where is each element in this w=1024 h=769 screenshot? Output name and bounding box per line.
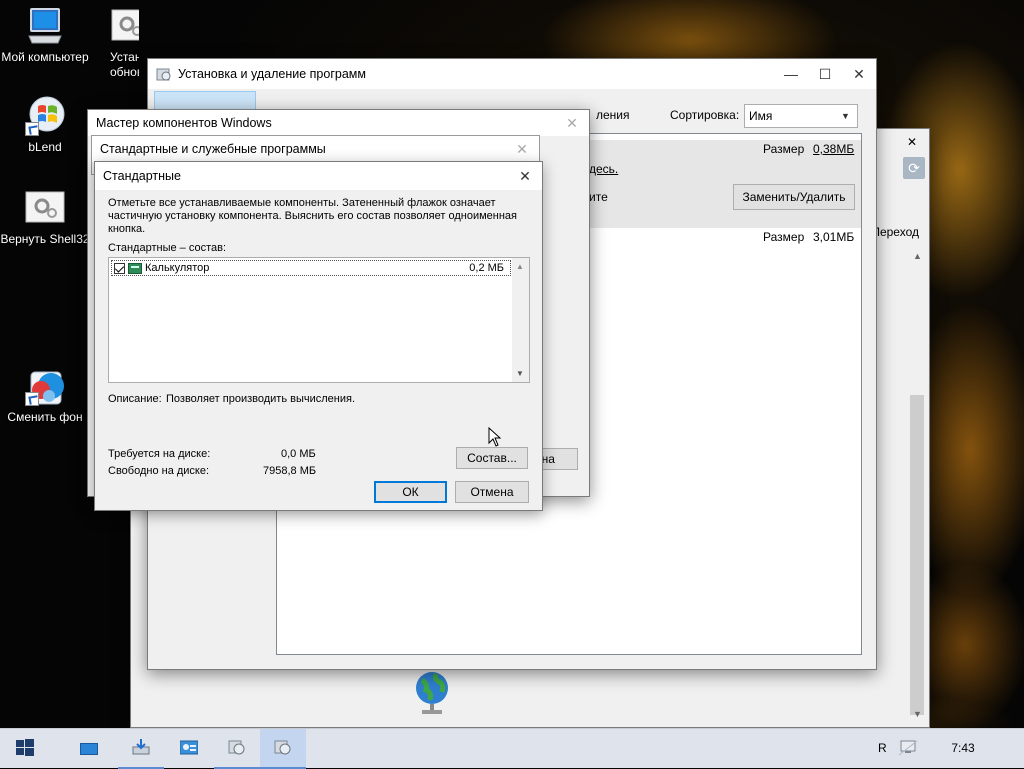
disk-required-label: Требуется на диске: bbox=[108, 448, 211, 460]
palette-icon bbox=[25, 366, 65, 406]
desktop-icon-blend[interactable]: bLend bbox=[0, 96, 90, 155]
desktop-icon-label: Устано обновл bbox=[110, 50, 139, 79]
desktop-icon-change-background[interactable]: Сменить фон bbox=[0, 366, 90, 425]
details-button[interactable]: Состав... bbox=[456, 447, 528, 469]
minimize-button[interactable]: — bbox=[774, 59, 808, 89]
chevron-up-icon[interactable]: ▲ bbox=[516, 262, 524, 271]
chevron-down-icon[interactable]: ▼ bbox=[913, 709, 922, 719]
description-text: Позволяет производить вычисления. bbox=[166, 393, 356, 405]
ok-button[interactable]: ОК bbox=[374, 481, 447, 503]
window-title: Стандартные и служебные программы bbox=[100, 142, 326, 156]
settings-gear-icon bbox=[110, 6, 139, 46]
change-remove-button[interactable]: Заменить/Удалить bbox=[733, 184, 855, 210]
maximize-button[interactable]: ☐ bbox=[808, 59, 842, 89]
nav-go-label[interactable]: Переход bbox=[869, 225, 929, 239]
network-icon[interactable] bbox=[898, 739, 918, 760]
component-size: 0,2 МБ bbox=[469, 262, 504, 274]
size-label-2: Размер bbox=[763, 230, 805, 244]
close-button[interactable]: ✕ bbox=[508, 162, 542, 190]
program-partial-text: ите bbox=[589, 190, 608, 204]
close-button[interactable]: ✕ bbox=[505, 136, 539, 162]
close-icon[interactable]: ✕ bbox=[895, 129, 929, 155]
calculator-icon bbox=[128, 262, 142, 274]
desktop-icon-label: Мой компьютер bbox=[1, 50, 89, 64]
header-text: ления bbox=[596, 108, 630, 122]
scrollbar-thumb[interactable] bbox=[910, 395, 924, 715]
taskbar-wizard[interactable] bbox=[260, 729, 306, 769]
desktop-icon-label: bLend bbox=[28, 140, 62, 154]
instructions-text: Отметьте все устанавливаемые компоненты.… bbox=[108, 197, 518, 235]
chevron-up-icon[interactable]: ▲ bbox=[913, 251, 922, 261]
shortcut-arrow-icon bbox=[25, 392, 39, 406]
sort-label: Сортировка: bbox=[670, 108, 740, 122]
windows-start-icon bbox=[16, 738, 34, 760]
taskbar: R 7:43 bbox=[0, 728, 1024, 769]
windows-logo-icon bbox=[25, 96, 65, 136]
desktop-icon-label: Сменить фон bbox=[7, 410, 83, 424]
description-label: Описание: bbox=[108, 393, 162, 405]
window-title: Установка и удаление программ bbox=[178, 67, 366, 81]
control-panel-icon bbox=[179, 740, 199, 759]
close-button[interactable]: ✕ bbox=[842, 59, 876, 89]
desktop-icon-label: Вернуть Shell32 bbox=[0, 232, 90, 246]
back-window-scrollbar[interactable]: ▲ ▼ bbox=[909, 245, 925, 723]
programs-icon bbox=[156, 66, 172, 82]
mouse-cursor-icon bbox=[488, 426, 502, 447]
window-titlebar[interactable]: Стандартные и служебные программы ✕ bbox=[92, 136, 539, 162]
download-icon bbox=[132, 738, 150, 759]
taskbar-control-panel[interactable] bbox=[166, 729, 212, 769]
accessories-dialog[interactable]: Стандартные ✕ Отметьте все устанавливаем… bbox=[94, 161, 543, 511]
disk-free-label: Свободно на диске: bbox=[108, 465, 210, 477]
settings-gear-icon bbox=[25, 188, 65, 228]
programs-icon bbox=[274, 738, 292, 759]
support-info-link[interactable]: десь. bbox=[589, 162, 618, 176]
start-button[interactable] bbox=[2, 729, 48, 769]
close-button[interactable]: ✕ bbox=[555, 110, 589, 136]
chevron-down-icon[interactable]: ▼ bbox=[516, 369, 524, 378]
disk-required-value: 0,0 МБ bbox=[281, 448, 316, 460]
taskbar-downloads[interactable] bbox=[118, 729, 164, 769]
window-title: Мастер компонентов Windows bbox=[96, 116, 272, 130]
cancel-button[interactable]: Отмена bbox=[455, 481, 529, 503]
programs-icon bbox=[228, 738, 246, 759]
chevron-down-icon: ▼ bbox=[841, 111, 850, 121]
desktop-icon-my-computer[interactable]: Мой компьютер bbox=[0, 6, 90, 65]
shortcut-arrow-icon bbox=[25, 122, 39, 136]
computer-icon bbox=[25, 6, 65, 46]
window-titlebar[interactable]: Стандартные ✕ bbox=[95, 162, 542, 190]
clock[interactable]: 7:43 bbox=[940, 741, 986, 755]
taskbar-add-remove[interactable] bbox=[214, 729, 260, 769]
globe-icon[interactable] bbox=[412, 668, 452, 716]
desktop-icon-restore-shell32[interactable]: Вернуть Shell32 bbox=[0, 188, 90, 247]
desktop-icon bbox=[80, 743, 98, 755]
refresh-icon[interactable]: ⟳ bbox=[903, 157, 925, 179]
components-listbox[interactable]: Калькулятор 0,2 МБ ▲ ▼ bbox=[108, 257, 530, 383]
size-value-2: 3,01МБ bbox=[813, 230, 855, 244]
window-titlebar[interactable]: Установка и удаление программ — ☐ ✕ bbox=[148, 59, 876, 89]
components-scrollbar[interactable]: ▲ ▼ bbox=[512, 258, 529, 382]
component-checkbox[interactable] bbox=[114, 262, 125, 274]
window-title: Стандартные bbox=[103, 169, 181, 183]
component-name: Калькулятор bbox=[145, 262, 210, 274]
sort-select[interactable]: Имя ▼ bbox=[744, 104, 858, 128]
size-label: Размер bbox=[763, 142, 805, 156]
tray-language[interactable]: R bbox=[878, 741, 887, 755]
desktop-icon-updates[interactable]: Устано обновл bbox=[93, 6, 139, 80]
taskbar-desktop[interactable] bbox=[66, 729, 112, 769]
component-row[interactable]: Калькулятор 0,2 МБ bbox=[111, 260, 511, 276]
size-value: 0,38МБ bbox=[813, 142, 855, 156]
sort-select-value: Имя bbox=[749, 109, 773, 123]
window-titlebar[interactable]: Мастер компонентов Windows ✕ bbox=[88, 110, 589, 136]
disk-free-value: 7958,8 МБ bbox=[263, 465, 317, 477]
components-list-label: Стандартные – состав: bbox=[108, 242, 227, 254]
